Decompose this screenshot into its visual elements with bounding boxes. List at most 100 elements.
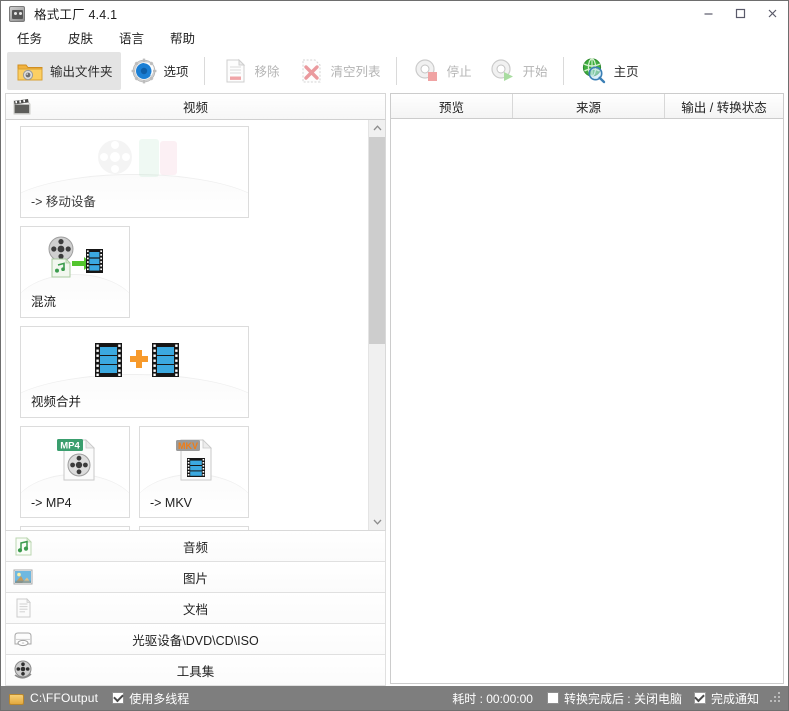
clear-list-button[interactable]: 清空列表 (288, 52, 389, 90)
video-format-grid-wrapper: -> 移动设备 (5, 120, 386, 531)
close-icon (766, 7, 779, 20)
toolbar-separator-1 (204, 57, 205, 85)
clear-list-icon (296, 56, 326, 86)
format-card-mp4-label: -> MP4 (31, 496, 72, 510)
main-content: 视频 (1, 93, 788, 686)
notify-label: 完成通知 (711, 690, 759, 707)
sidebar-item-optical-drive[interactable]: 光驱设备\DVD\CD\ISO (5, 624, 386, 655)
title-bar: 格式工厂 4.4.1 (1, 1, 788, 26)
video-clapper-icon (12, 97, 32, 117)
category-sidebar: 视频 (1, 93, 388, 686)
column-preview[interactable]: 预览 (391, 94, 513, 118)
scrollbar-thumb[interactable] (369, 137, 385, 344)
output-path-label[interactable]: C:\FFOutput (30, 691, 98, 705)
format-card-mux[interactable]: 混流 (20, 226, 130, 318)
optical-drive-icon (12, 628, 34, 650)
status-bar: C:\FFOutput 使用多线程 耗时 : 00:00:00 转换完成后 : … (1, 686, 788, 710)
mux-reel-icon (21, 233, 129, 285)
start-button[interactable]: 开始 (480, 52, 556, 90)
stop-button[interactable]: 停止 (404, 52, 480, 90)
window-title: 格式工厂 4.4.1 (34, 4, 117, 23)
sidebar-item-optical-drive-label: 光驱设备\DVD\CD\ISO (6, 630, 385, 649)
chevron-up-icon (373, 124, 382, 133)
video-grid-scrollbar[interactable] (368, 120, 385, 530)
clear-list-label: 清空列表 (331, 61, 381, 80)
close-button[interactable] (756, 1, 788, 26)
start-icon (488, 56, 518, 86)
start-label: 开始 (523, 61, 548, 80)
options-label: 选项 (164, 61, 189, 80)
toolbar-separator-3 (563, 57, 564, 85)
menu-task[interactable]: 任务 (15, 27, 44, 48)
output-folder-button[interactable]: 输出文件夹 (7, 52, 121, 90)
svg-text:MP4: MP4 (60, 440, 80, 451)
sidebar-item-document[interactable]: 文档 (5, 593, 386, 624)
column-output-status[interactable]: 输出 / 转换状态 (665, 94, 783, 118)
options-button[interactable]: 选项 (121, 52, 197, 90)
homepage-button[interactable]: 主页 (571, 52, 647, 90)
sidebar-item-audio-label: 音频 (6, 537, 385, 556)
notify-checkbox[interactable] (694, 692, 706, 704)
multithread-checkbox[interactable] (112, 692, 124, 704)
after-convert-option[interactable]: 转换完成后 : 关闭电脑 (547, 690, 682, 707)
sidebar-item-audio[interactable]: 音频 (5, 531, 386, 562)
menu-skin[interactable]: 皮肤 (66, 27, 95, 48)
task-list-header: 预览 来源 输出 / 转换状态 (390, 93, 784, 119)
svg-text:MKV: MKV (178, 441, 198, 451)
format-card-video-merge[interactable]: 视频合并 (20, 326, 249, 418)
homepage-globe-icon (579, 56, 609, 86)
sidebar-header-video-label: 视频 (6, 97, 385, 116)
elapsed-time-label: 耗时 : 00:00:00 (452, 690, 533, 707)
stop-icon (412, 56, 442, 86)
minimize-icon (702, 7, 715, 20)
audio-note-icon (12, 535, 34, 557)
format-card-gif[interactable]: GIF -> GIF (139, 526, 249, 530)
sidebar-item-picture[interactable]: 图片 (5, 562, 386, 593)
mp4-file-icon: MP4 (21, 433, 129, 485)
toolset-reel-icon (12, 659, 34, 681)
remove-label: 移除 (255, 61, 280, 80)
maximize-button[interactable] (724, 1, 756, 26)
menu-language[interactable]: 语言 (117, 27, 146, 48)
document-icon (12, 597, 34, 619)
homepage-label: 主页 (614, 61, 639, 80)
notify-option[interactable]: 完成通知 (694, 690, 759, 707)
after-convert-checkbox[interactable] (547, 692, 559, 704)
scroll-down-button[interactable] (369, 513, 385, 530)
task-list-pane: 预览 来源 输出 / 转换状态 (388, 93, 788, 686)
resize-grip-icon[interactable] (769, 692, 781, 704)
scrollbar-track[interactable] (369, 137, 385, 513)
remove-button[interactable]: 移除 (212, 52, 288, 90)
task-list-body[interactable] (390, 119, 784, 684)
output-folder-small-icon[interactable] (9, 692, 24, 705)
format-card-mkv[interactable]: MKV -> MKV (139, 426, 249, 518)
stop-label: 停止 (447, 61, 472, 80)
menu-help[interactable]: 帮助 (168, 27, 197, 48)
format-card-webm[interactable]: webm -> WebM (20, 526, 130, 530)
format-card-mux-label: 混流 (31, 291, 56, 310)
output-folder-icon (15, 56, 45, 86)
format-card-mkv-label: -> MKV (150, 496, 192, 510)
mobile-device-icon (21, 133, 248, 185)
minimize-button[interactable] (692, 1, 724, 26)
column-source[interactable]: 来源 (513, 94, 665, 118)
format-card-mobile-device[interactable]: -> 移动设备 (20, 126, 249, 218)
toolbar: 输出文件夹 (1, 48, 788, 93)
scroll-up-button[interactable] (369, 120, 385, 137)
sidebar-item-document-label: 文档 (6, 599, 385, 618)
format-card-video-merge-label: 视频合并 (31, 391, 81, 410)
toolbar-separator-2 (396, 57, 397, 85)
sidebar-item-toolset[interactable]: 工具集 (5, 655, 386, 686)
multithread-label: 使用多线程 (129, 690, 189, 707)
video-format-grid: -> 移动设备 (6, 120, 368, 530)
format-card-mp4[interactable]: MP4 -> MP4 (20, 426, 130, 518)
video-merge-icon (21, 333, 248, 385)
format-factory-icon (9, 6, 25, 22)
window-controls (692, 1, 788, 26)
sidebar-item-picture-label: 图片 (6, 568, 385, 587)
sidebar-header-video[interactable]: 视频 (5, 93, 386, 120)
app-window: 格式工厂 4.4.1 任务 皮肤 语言 帮助 (0, 0, 789, 711)
output-folder-label: 输出文件夹 (50, 61, 113, 80)
sidebar-item-toolset-label: 工具集 (6, 661, 385, 680)
status-right: 耗时 : 00:00:00 转换完成后 : 关闭电脑 完成通知 (452, 690, 784, 707)
